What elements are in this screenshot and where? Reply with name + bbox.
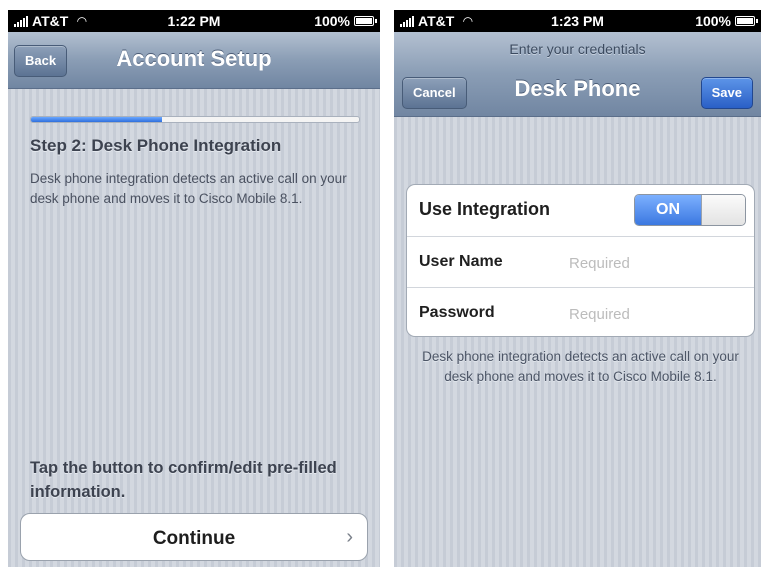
step-title: Step 2: Desk Phone Integration bbox=[30, 136, 282, 155]
password-field[interactable] bbox=[567, 302, 741, 326]
credentials-form: Use Integration ON User Name Password bbox=[406, 184, 755, 337]
integration-description: Desk phone integration detects an active… bbox=[422, 349, 739, 384]
confirm-instruction: Tap the button to confirm/edit pre-fille… bbox=[30, 459, 337, 501]
status-bar: AT&T ◠ 1:22 PM 100% bbox=[8, 10, 380, 32]
use-integration-label: Use Integration bbox=[419, 199, 551, 219]
toggle-on-label: ON bbox=[635, 195, 701, 225]
battery-icon bbox=[735, 16, 758, 26]
page-title: Account Setup bbox=[116, 46, 272, 71]
continue-button[interactable]: Continue › bbox=[20, 513, 368, 561]
status-bar: AT&T ◠ 1:23 PM 100% bbox=[394, 10, 761, 32]
password-label: Password bbox=[419, 304, 495, 321]
use-integration-row: Use Integration ON bbox=[407, 185, 754, 235]
nav-prompt: Enter your credentials bbox=[509, 41, 646, 57]
step-description: Desk phone integration detects an active… bbox=[30, 171, 347, 206]
battery-group: 100% bbox=[314, 13, 377, 29]
chevron-right-icon: › bbox=[346, 526, 353, 548]
integration-toggle[interactable]: ON bbox=[634, 194, 746, 226]
toggle-knob[interactable] bbox=[701, 195, 745, 225]
navigation-bar: Back Account Setup bbox=[8, 32, 380, 89]
user-name-row: User Name bbox=[407, 236, 754, 287]
save-button[interactable]: Save bbox=[700, 77, 753, 109]
continue-label: Continue bbox=[152, 528, 236, 549]
desk-phone-screen: AT&T ◠ 1:23 PM 100% Enter your credentia… bbox=[394, 10, 761, 567]
password-row: Password bbox=[407, 287, 754, 336]
user-name-label: User Name bbox=[419, 253, 503, 270]
battery-percent: 100% bbox=[314, 13, 350, 29]
battery-icon bbox=[354, 16, 377, 26]
user-name-field[interactable] bbox=[567, 251, 741, 275]
progress-bar bbox=[30, 116, 360, 123]
battery-percent: 100% bbox=[695, 13, 731, 29]
progress-fill bbox=[31, 117, 163, 122]
account-setup-screen: AT&T ◠ 1:22 PM 100% Back Account Setup S… bbox=[8, 10, 380, 567]
battery-group: 100% bbox=[695, 13, 758, 29]
navigation-bar: Enter your credentials Cancel Desk Phone… bbox=[394, 32, 761, 117]
